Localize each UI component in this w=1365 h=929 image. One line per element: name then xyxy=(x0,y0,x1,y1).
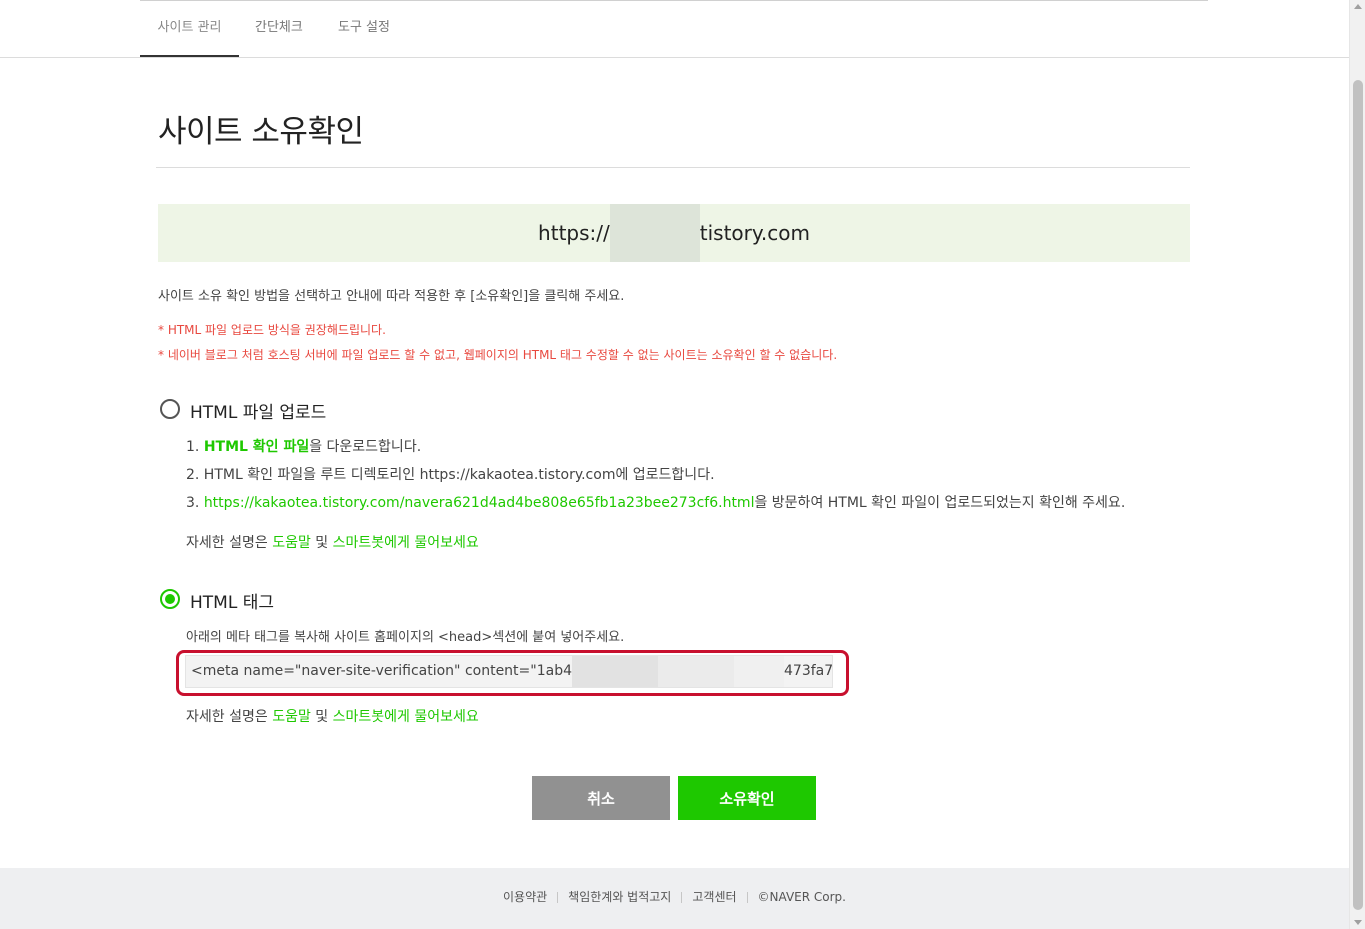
title-divider xyxy=(156,167,1190,168)
intro-text: 사이트 소유 확인 방법을 선택하고 안내에 따라 적용한 후 [소유확인]을 … xyxy=(158,289,625,304)
meta-tag-prefix: <meta name="naver-site-verification" con… xyxy=(191,663,572,679)
tab-quick-check[interactable]: 간단체크 xyxy=(255,0,303,57)
help-mid: 및 xyxy=(310,709,333,725)
restriction-note: * 네이버 블로그 처럼 호스팅 서버에 파일 업로드 할 수 없고, 웹페이지… xyxy=(158,348,838,362)
verification-file-url-link[interactable]: https://kakaotea.tistory.com/navera621d4… xyxy=(204,495,755,511)
tab-tool-settings[interactable]: 도구 설정 xyxy=(338,0,390,57)
help-prefix: 자세한 설명은 xyxy=(186,535,273,551)
file-help-text: 자세한 설명은 도움말 및 스마트봇에게 물어보세요 xyxy=(186,532,479,552)
footer-separator xyxy=(746,892,748,903)
scrollbar-thumb[interactable] xyxy=(1353,80,1363,910)
meta-tag-field[interactable]: <meta name="naver-site-verification" con… xyxy=(185,655,833,688)
file-step-1: 1. HTML 확인 파일을 다운로드합니다. xyxy=(186,436,421,456)
site-url-prefix: https:// xyxy=(538,221,610,245)
page-scrollbar[interactable] xyxy=(1349,0,1365,929)
help-mid: 및 xyxy=(310,535,333,551)
help-prefix: 자세한 설명은 xyxy=(186,709,273,725)
redacted-token-b xyxy=(658,656,734,687)
html-file-download-link[interactable]: HTML 확인 파일 xyxy=(204,439,309,455)
footer-disclaimer-link[interactable]: 책임한계와 법적고지 xyxy=(568,890,671,904)
file-step-3: 3. https://kakaotea.tistory.com/navera62… xyxy=(186,492,1125,512)
step-text: 을 방문하여 HTML 확인 파일이 업로드되었는지 확인해 주세요. xyxy=(754,495,1126,511)
site-url-suffix: tistory.com xyxy=(699,221,810,245)
cancel-button[interactable]: 취소 xyxy=(532,776,670,820)
tag-help-text: 자세한 설명은 도움말 및 스마트봇에게 물어보세요 xyxy=(186,706,479,726)
html-file-upload-label[interactable]: HTML 파일 업로드 xyxy=(190,398,326,423)
step-number: 3. xyxy=(186,495,204,511)
footer-terms-link[interactable]: 이용약관 xyxy=(503,890,547,904)
tab-site-management[interactable]: 사이트 관리 xyxy=(140,0,239,57)
file-step-2: 2. HTML 확인 파일을 루트 디렉토리인 https://kakaotea… xyxy=(186,467,715,483)
step-number: 1. xyxy=(186,439,204,455)
html-file-upload-radio[interactable] xyxy=(160,399,180,419)
redacted-token-a xyxy=(572,656,658,687)
meta-tag-suffix: 473fa7" /> xyxy=(784,663,833,679)
verify-ownership-button[interactable]: 소유확인 xyxy=(678,776,816,820)
footer: 이용약관 책임한계와 법적고지 고객센터 ©NAVER Corp. xyxy=(0,868,1349,929)
footer-separator xyxy=(681,892,683,903)
meta-tag-description: 아래의 메타 태그를 복사해 사이트 홈페이지의 <head>섹션에 붙여 넣어… xyxy=(186,630,625,645)
scroll-down-icon[interactable] xyxy=(1354,920,1362,925)
scroll-up-icon[interactable] xyxy=(1354,4,1362,9)
top-nav: 사이트 관리 간단체크 도구 설정 xyxy=(0,0,1349,58)
redacted-subdomain xyxy=(609,204,700,262)
footer-links: 이용약관 책임한계와 법적고지 고객센터 ©NAVER Corp. xyxy=(0,868,1349,926)
site-url-banner: https:// tistory.com xyxy=(158,204,1190,262)
html-tag-radio[interactable] xyxy=(160,589,180,609)
footer-copyright: ©NAVER Corp. xyxy=(757,890,846,904)
step-text: 을 다운로드합니다. xyxy=(309,439,422,455)
smartbot-link[interactable]: 스마트봇에게 물어보세요 xyxy=(333,535,479,551)
recommend-note: * HTML 파일 업로드 방식을 권장해드립니다. xyxy=(158,323,386,337)
redacted-token-c xyxy=(734,656,784,687)
footer-support-link[interactable]: 고객센터 xyxy=(692,890,736,904)
page-title: 사이트 소유확인 xyxy=(158,114,364,150)
footer-separator xyxy=(557,892,559,903)
help-link[interactable]: 도움말 xyxy=(272,535,311,551)
help-link[interactable]: 도움말 xyxy=(272,709,311,725)
smartbot-link[interactable]: 스마트봇에게 물어보세요 xyxy=(333,709,479,725)
html-tag-label[interactable]: HTML 태그 xyxy=(190,588,274,613)
